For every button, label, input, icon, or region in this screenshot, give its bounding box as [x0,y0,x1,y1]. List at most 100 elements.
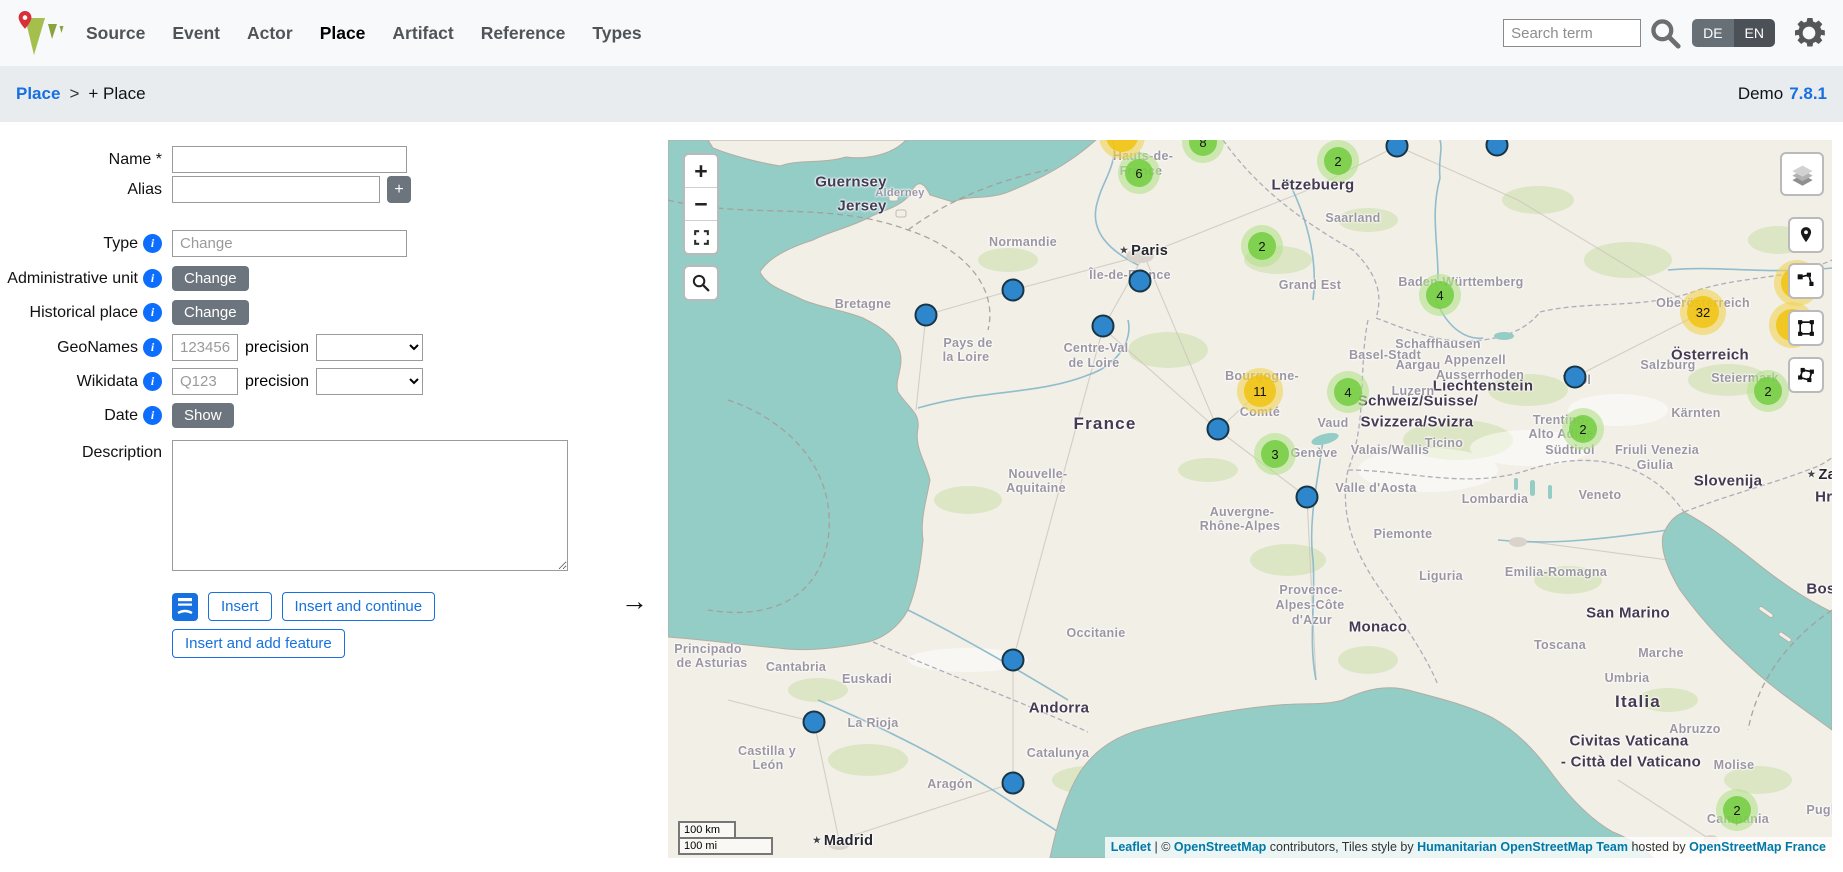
insert-and-add-feature-button[interactable]: Insert and add feature [172,629,345,658]
openatlas-logo-icon[interactable] [14,10,64,57]
search-icon[interactable] [1649,17,1682,50]
nav-item-artifact[interactable]: Artifact [392,23,453,44]
lang-de-button[interactable]: DE [1692,19,1733,47]
map-marker[interactable] [1002,279,1025,302]
main-content: Name * Alias + Type i Administrative uni… [0,122,1843,872]
add-alias-button[interactable]: + [387,176,411,203]
demo-label: Demo [1738,84,1783,104]
map-cluster[interactable]: 2 [1747,370,1789,412]
zoom-in-button[interactable]: + [685,155,717,187]
map-marker[interactable] [1002,772,1025,795]
geonames-input[interactable] [172,334,238,361]
nav-right-tools: DE EN [1503,13,1829,53]
attribution-text: hosted by [1628,840,1689,854]
map-cluster[interactable]: 2 [1317,140,1359,182]
draw-polygon-button[interactable] [1788,357,1824,393]
draw-marker-button[interactable] [1788,217,1824,253]
map-cluster[interactable]: 4 [1327,371,1369,413]
admin-unit-info-icon[interactable]: i [143,269,162,288]
alias-input[interactable] [172,176,380,203]
collapse-arrow-icon[interactable]: → [621,586,648,617]
cluster-count: 2 [1248,232,1276,260]
date-info-icon[interactable]: i [143,406,162,425]
cluster-count: 3 [1261,440,1289,468]
name-input[interactable] [172,146,407,173]
cluster-count: 6 [1125,159,1153,187]
gear-icon[interactable] [1789,13,1829,53]
attribution-link[interactable]: OpenStreetMap [1174,840,1266,854]
geonames-precision-select[interactable] [316,334,423,361]
insert-button[interactable]: Insert [208,592,272,621]
historical-place-info-icon[interactable]: i [143,303,162,322]
admin-unit-label: Administrative unit [7,270,138,288]
map-marker[interactable] [1207,418,1230,441]
map-marker[interactable] [1129,270,1152,293]
map-cluster[interactable]: 2 [1562,408,1604,450]
nav-menu: Source Event Actor Place Artifact Reference Ty… [86,23,642,44]
map-marker[interactable] [1564,366,1587,389]
geonames-precision-label: precision [245,339,309,357]
map-attribution: Leaflet | © OpenStreetMap contributors, … [1105,837,1832,858]
draw-rectangle-button[interactable] [1788,310,1824,346]
cluster-count [1106,140,1138,152]
map-cluster[interactable]: 8 [1182,140,1224,163]
map-scale-control: 100 km 100 mi [678,821,773,855]
wikidata-info-icon[interactable]: i [143,372,162,391]
attribution-link[interactable]: Leaflet [1111,840,1151,854]
map-marker[interactable] [1092,315,1115,338]
map-marker[interactable] [1386,140,1409,158]
cluster-count: 11 [1244,375,1276,407]
map-cluster[interactable]: 2 [1716,789,1758,831]
nav-item-types[interactable]: Types [592,23,641,44]
geonames-info-icon[interactable]: i [143,338,162,357]
insert-and-continue-button[interactable]: Insert and continue [282,592,436,621]
cluster-count: 4 [1426,281,1454,309]
date-show-button[interactable]: Show [172,403,234,428]
search-input[interactable] [1503,19,1641,47]
map-cluster[interactable]: 2 [1241,225,1283,267]
cluster-count: 4 [1334,378,1362,406]
nav-item-event[interactable]: Event [172,23,220,44]
nav-item-source[interactable]: Source [86,23,145,44]
map-cluster[interactable]: 32 [1680,289,1726,335]
version-link[interactable]: 7.8.1 [1789,84,1827,104]
nav-item-place[interactable]: Place [320,23,366,44]
cluster-count: 2 [1324,147,1352,175]
map-cluster[interactable]: 11 [1237,368,1283,414]
cluster-count: 8 [1189,140,1217,156]
nav-item-actor[interactable]: Actor [247,23,293,44]
map-scale-mi: 100 mi [678,837,773,855]
map-scale-km: 100 km [678,821,736,837]
type-info-icon[interactable]: i [143,234,162,253]
nav-item-reference[interactable]: Reference [481,23,566,44]
layers-button[interactable] [1780,152,1824,196]
map-marker[interactable] [915,304,938,327]
attribution-link[interactable]: OpenStreetMap France [1689,840,1826,854]
map-cluster[interactable]: 3 [1254,433,1296,475]
place-form: Name * Alias + Type i Administrative uni… [0,146,660,658]
map-search-button[interactable] [683,265,719,301]
breadcrumb-place-link[interactable]: Place [16,84,60,104]
description-label: Description [82,444,162,462]
description-textarea[interactable] [172,440,568,571]
draw-polyline-button[interactable] [1788,263,1824,299]
map-marker[interactable] [1002,649,1025,672]
zoom-out-button[interactable]: − [685,187,717,220]
admin-unit-change-button[interactable]: Change [172,266,249,291]
manual-book-icon[interactable] [172,593,198,621]
fullscreen-button[interactable] [685,220,717,253]
top-nav-bar: Source Event Actor Place Artifact Reference Ty… [0,0,1843,66]
attribution-link[interactable]: Humanitarian OpenStreetMap Team [1417,840,1628,854]
map[interactable]: AlderneyGuernseyJerseyNormandieParisÎle-… [668,140,1832,858]
breadcrumb-separator: > [69,84,79,104]
lang-en-button[interactable]: EN [1734,19,1775,47]
historical-place-change-button[interactable]: Change [172,300,249,325]
breadcrumb-bar: Place > + Place Demo 7.8.1 [0,66,1843,122]
wikidata-precision-select[interactable] [316,368,423,395]
map-cluster[interactable]: 4 [1419,274,1461,316]
map-marker[interactable] [1486,140,1509,157]
type-input[interactable] [172,230,407,257]
map-marker[interactable] [803,711,826,734]
wikidata-input[interactable] [172,368,238,395]
map-marker[interactable] [1296,486,1319,509]
